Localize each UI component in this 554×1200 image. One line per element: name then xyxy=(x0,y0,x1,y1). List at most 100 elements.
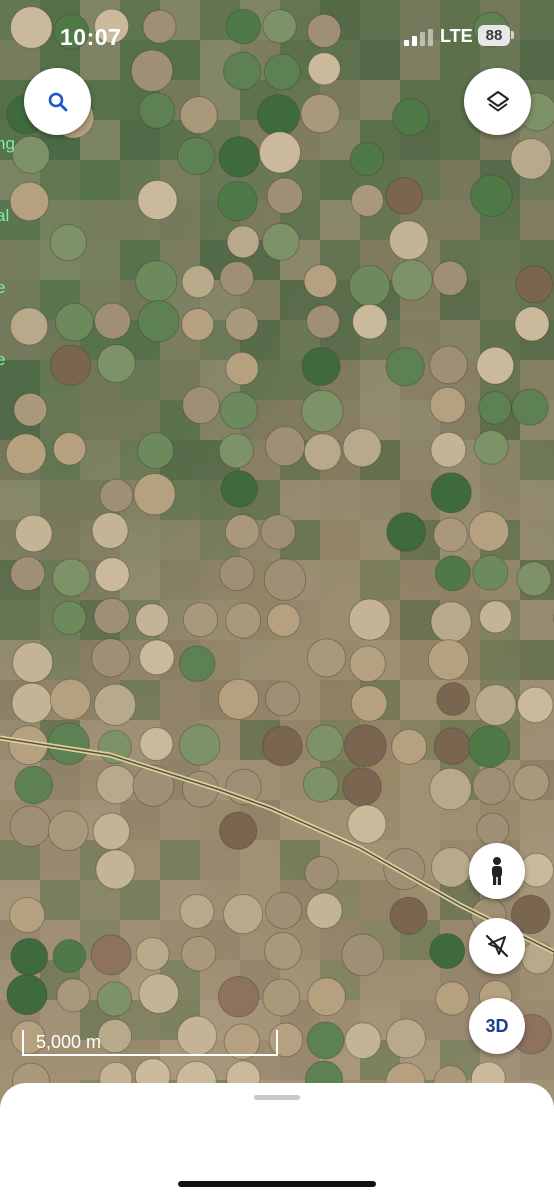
field-patch xyxy=(480,280,520,320)
crop-circle xyxy=(51,558,91,597)
crop-circle xyxy=(12,641,54,684)
crop-circle xyxy=(139,726,174,762)
crop-circle xyxy=(347,804,387,844)
crop-circle xyxy=(266,603,301,638)
crop-circle xyxy=(262,978,301,1017)
crop-circle xyxy=(472,766,511,805)
crop-circle xyxy=(218,136,260,178)
crop-circle xyxy=(470,174,513,217)
edge-label: ng xyxy=(0,134,15,153)
crop-circle xyxy=(261,222,300,261)
field-patch xyxy=(400,960,440,1000)
field-patch xyxy=(520,720,554,760)
crop-circle xyxy=(226,225,260,259)
crop-circle xyxy=(344,1022,382,1060)
field-patch xyxy=(520,800,554,840)
crop-circle xyxy=(476,346,515,385)
crop-circle xyxy=(348,598,391,641)
crop-circle xyxy=(263,558,307,601)
crop-circle xyxy=(513,764,550,801)
crop-circle xyxy=(264,891,303,930)
crop-circle xyxy=(256,93,300,137)
crop-circle xyxy=(182,602,219,638)
crop-circle xyxy=(96,981,133,1017)
crop-circle xyxy=(306,638,347,678)
crop-circle xyxy=(391,259,433,301)
crop-circle xyxy=(217,678,260,720)
crop-circle xyxy=(307,977,346,1017)
field-patch xyxy=(40,480,80,520)
field-patch xyxy=(400,800,440,840)
crop-circle xyxy=(388,220,429,261)
home-indicator xyxy=(178,1181,376,1187)
crop-circle xyxy=(264,425,306,467)
field-patch xyxy=(160,560,200,600)
layers-icon xyxy=(486,90,509,111)
crop-circle xyxy=(50,344,92,386)
crop-circle xyxy=(225,307,259,341)
crop-circle xyxy=(11,135,50,174)
crop-circle xyxy=(265,681,301,717)
field-patch xyxy=(240,640,280,680)
crop-circle xyxy=(217,180,258,222)
field-patch xyxy=(40,880,80,920)
crop-circle xyxy=(476,812,510,846)
field-patch xyxy=(80,200,120,240)
crop-circle xyxy=(178,645,216,682)
crop-circle xyxy=(96,765,136,805)
street-view-button[interactable] xyxy=(469,843,525,899)
field-patch xyxy=(360,560,400,600)
crop-circle xyxy=(10,556,46,592)
crop-circle xyxy=(264,932,302,970)
crop-circle xyxy=(349,645,387,683)
crop-circle xyxy=(138,92,176,129)
status-time: 10:07 xyxy=(60,24,122,50)
crop-circle xyxy=(303,264,338,298)
crop-circle xyxy=(137,179,178,221)
crop-circle xyxy=(218,433,254,469)
crop-circle xyxy=(391,98,430,136)
crop-circle xyxy=(92,812,131,851)
3d-button[interactable]: 3D xyxy=(469,998,525,1054)
crop-circle xyxy=(178,724,221,766)
crop-circle xyxy=(181,264,215,299)
crop-circle xyxy=(473,429,509,465)
crop-circle xyxy=(6,974,48,1016)
crop-circle xyxy=(5,433,47,475)
crop-circle xyxy=(260,514,296,550)
layers-button[interactable] xyxy=(464,68,531,135)
field-patch xyxy=(520,520,554,560)
signal-icon xyxy=(404,29,434,46)
crop-circle xyxy=(219,811,258,850)
crop-circle xyxy=(349,141,385,177)
bottom-sheet[interactable] xyxy=(0,1083,554,1200)
crop-circle xyxy=(266,177,304,215)
search-button[interactable] xyxy=(24,68,91,135)
crop-circle xyxy=(430,472,472,514)
network-type: LTE xyxy=(440,26,473,46)
battery-tip xyxy=(511,31,514,39)
field-patch xyxy=(320,560,360,600)
crop-circle xyxy=(9,181,50,222)
edge-label: al xyxy=(0,206,10,225)
crop-circle xyxy=(300,93,341,134)
street-view-person-icon xyxy=(492,857,502,885)
location-button[interactable] xyxy=(469,918,525,974)
crop-circle xyxy=(430,431,467,468)
field-patch xyxy=(360,480,400,520)
crop-circle xyxy=(258,131,301,174)
crop-circle xyxy=(302,766,339,803)
crop-circle xyxy=(429,767,472,811)
scale-label: 5,000 m xyxy=(36,1032,102,1052)
crop-circle xyxy=(511,388,549,426)
crop-circle xyxy=(429,386,466,424)
field-patch xyxy=(160,680,200,720)
edge-label: e xyxy=(0,350,6,369)
crop-circle xyxy=(389,896,428,935)
crop-circle xyxy=(385,1018,426,1059)
crop-circle xyxy=(301,346,341,386)
crop-circle xyxy=(341,933,384,977)
crop-circle xyxy=(137,300,180,343)
field-patch xyxy=(480,640,520,680)
sheet-grabber-handle[interactable] xyxy=(254,1095,300,1100)
